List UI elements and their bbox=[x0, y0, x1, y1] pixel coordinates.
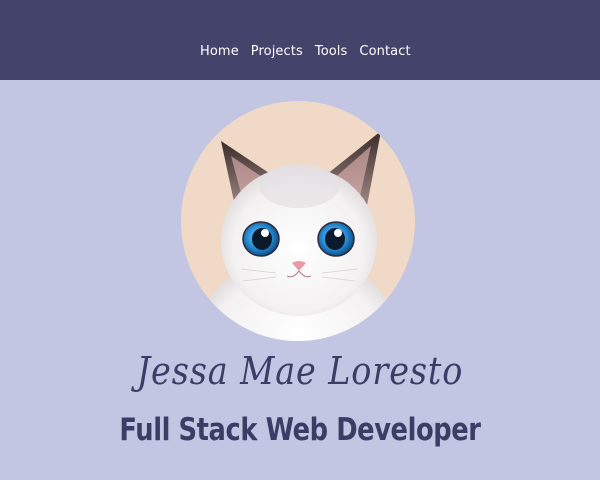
nav-link-tools[interactable]: Tools bbox=[315, 44, 348, 59]
nav-links: Home Projects Tools Contact bbox=[200, 44, 411, 59]
profile-name: Jessa Mae Loresto bbox=[136, 349, 464, 393]
nav-link-home[interactable]: Home bbox=[200, 44, 239, 59]
profile-title: Full Stack Web Developer bbox=[119, 412, 481, 448]
nav-link-contact[interactable]: Contact bbox=[359, 44, 410, 59]
nav-link-projects[interactable]: Projects bbox=[251, 44, 303, 59]
profile-avatar bbox=[181, 101, 415, 341]
cat-avatar-icon bbox=[203, 131, 393, 341]
navbar: Home Projects Tools Contact bbox=[0, 0, 600, 80]
